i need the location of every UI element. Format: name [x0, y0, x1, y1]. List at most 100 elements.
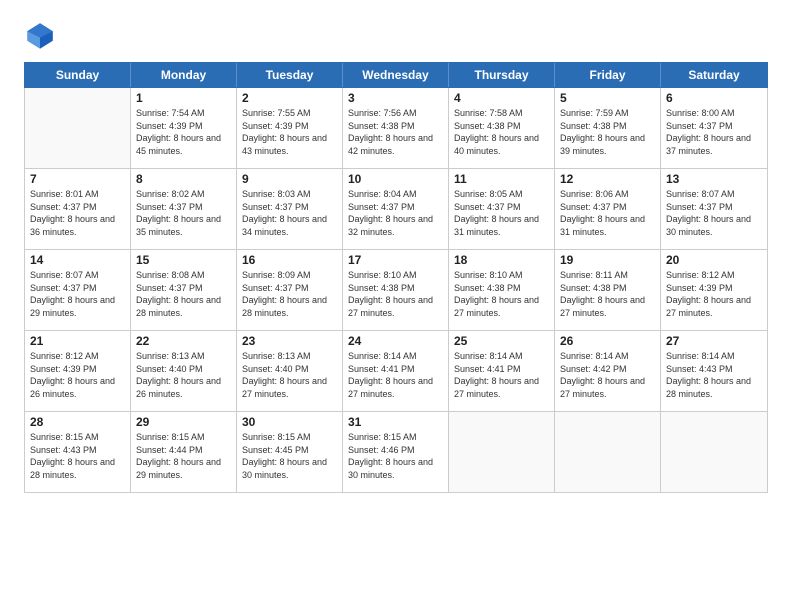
day-info: Sunrise: 8:10 AMSunset: 4:38 PMDaylight:… [348, 269, 443, 319]
calendar-cell: 28 Sunrise: 8:15 AMSunset: 4:43 PMDayligh… [25, 412, 131, 492]
day-info: Sunrise: 8:07 AMSunset: 4:37 PMDaylight:… [30, 269, 125, 319]
day-number: 28 [30, 415, 125, 429]
calendar-cell: 16 Sunrise: 8:09 AMSunset: 4:37 PMDayligh… [237, 250, 343, 330]
calendar-cell [449, 412, 555, 492]
day-info: Sunrise: 8:15 AMSunset: 4:46 PMDaylight:… [348, 431, 443, 481]
calendar-cell [25, 88, 131, 168]
calendar-cell: 18 Sunrise: 8:10 AMSunset: 4:38 PMDayligh… [449, 250, 555, 330]
day-number: 21 [30, 334, 125, 348]
day-info: Sunrise: 8:14 AMSunset: 4:43 PMDaylight:… [666, 350, 762, 400]
calendar-cell: 1 Sunrise: 7:54 AMSunset: 4:39 PMDaylight… [131, 88, 237, 168]
day-number: 4 [454, 91, 549, 105]
day-info: Sunrise: 8:10 AMSunset: 4:38 PMDaylight:… [454, 269, 549, 319]
day-info: Sunrise: 7:56 AMSunset: 4:38 PMDaylight:… [348, 107, 443, 157]
day-info: Sunrise: 8:02 AMSunset: 4:37 PMDaylight:… [136, 188, 231, 238]
day-number: 13 [666, 172, 762, 186]
day-number: 19 [560, 253, 655, 267]
day-number: 22 [136, 334, 231, 348]
day-info: Sunrise: 7:59 AMSunset: 4:38 PMDaylight:… [560, 107, 655, 157]
calendar-row-2: 7 Sunrise: 8:01 AMSunset: 4:37 PMDaylight… [25, 169, 767, 250]
page: SundayMondayTuesdayWednesdayThursdayFrid… [0, 0, 792, 612]
calendar-cell: 22 Sunrise: 8:13 AMSunset: 4:40 PMDayligh… [131, 331, 237, 411]
calendar-body: 1 Sunrise: 7:54 AMSunset: 4:39 PMDaylight… [25, 88, 767, 492]
day-info: Sunrise: 8:08 AMSunset: 4:37 PMDaylight:… [136, 269, 231, 319]
day-info: Sunrise: 8:13 AMSunset: 4:40 PMDaylight:… [136, 350, 231, 400]
day-info: Sunrise: 8:07 AMSunset: 4:37 PMDaylight:… [666, 188, 762, 238]
calendar-row-1: 1 Sunrise: 7:54 AMSunset: 4:39 PMDaylight… [25, 88, 767, 169]
day-number: 15 [136, 253, 231, 267]
calendar-cell [555, 412, 661, 492]
weekday-header-friday: Friday [555, 63, 661, 87]
day-number: 20 [666, 253, 762, 267]
calendar-cell: 29Sunrise: 8:15 AMSunset: 4:44 PMDayligh… [131, 412, 237, 492]
day-info: Sunrise: 8:05 AMSunset: 4:37 PMDaylight:… [454, 188, 549, 238]
calendar-cell: 15 Sunrise: 8:08 AMSunset: 4:37 PMDayligh… [131, 250, 237, 330]
day-number: 3 [348, 91, 443, 105]
calendar-cell: 7 Sunrise: 8:01 AMSunset: 4:37 PMDaylight… [25, 169, 131, 249]
calendar-cell: 2 Sunrise: 7:55 AMSunset: 4:39 PMDaylight… [237, 88, 343, 168]
day-number: 5 [560, 91, 655, 105]
day-number: 18 [454, 253, 549, 267]
calendar-cell: 24 Sunrise: 8:14 AMSunset: 4:41 PMDayligh… [343, 331, 449, 411]
calendar-cell: 31 Sunrise: 8:15 AMSunset: 4:46 PMDayligh… [343, 412, 449, 492]
calendar: SundayMondayTuesdayWednesdayThursdayFrid… [24, 62, 768, 596]
calendar-cell: 3 Sunrise: 7:56 AMSunset: 4:38 PMDaylight… [343, 88, 449, 168]
day-number: 11 [454, 172, 549, 186]
day-info: Sunrise: 7:58 AMSunset: 4:38 PMDaylight:… [454, 107, 549, 157]
day-number: 1 [136, 91, 231, 105]
day-number: 14 [30, 253, 125, 267]
day-number: 2 [242, 91, 337, 105]
day-number: 30 [242, 415, 337, 429]
day-info: Sunrise: 8:14 AMSunset: 4:41 PMDaylight:… [348, 350, 443, 400]
calendar-cell: 12Sunrise: 8:06 AMSunset: 4:37 PMDayligh… [555, 169, 661, 249]
day-info: Sunrise: 7:54 AMSunset: 4:39 PMDaylight:… [136, 107, 231, 157]
weekday-header-tuesday: Tuesday [237, 63, 343, 87]
day-number: 7 [30, 172, 125, 186]
calendar-cell: 20 Sunrise: 8:12 AMSunset: 4:39 PMDayligh… [661, 250, 767, 330]
day-info: Sunrise: 8:03 AMSunset: 4:37 PMDaylight:… [242, 188, 337, 238]
day-number: 9 [242, 172, 337, 186]
calendar-header-wrapper: SundayMondayTuesdayWednesdayThursdayFrid… [24, 62, 768, 88]
day-number: 26 [560, 334, 655, 348]
calendar-cell: 11 Sunrise: 8:05 AMSunset: 4:37 PMDayligh… [449, 169, 555, 249]
weekday-header-thursday: Thursday [449, 63, 555, 87]
calendar-row-4: 21Sunrise: 8:12 AMSunset: 4:39 PMDayligh… [25, 331, 767, 412]
calendar-cell: 13 Sunrise: 8:07 AMSunset: 4:37 PMDayligh… [661, 169, 767, 249]
day-number: 29 [136, 415, 231, 429]
calendar-cell: 21Sunrise: 8:12 AMSunset: 4:39 PMDayligh… [25, 331, 131, 411]
calendar-cell: 30Sunrise: 8:15 AMSunset: 4:45 PMDayligh… [237, 412, 343, 492]
day-info: Sunrise: 8:00 AMSunset: 4:37 PMDaylight:… [666, 107, 762, 157]
day-info: Sunrise: 8:04 AMSunset: 4:37 PMDaylight:… [348, 188, 443, 238]
day-info: Sunrise: 7:55 AMSunset: 4:39 PMDaylight:… [242, 107, 337, 157]
weekday-header-saturday: Saturday [661, 63, 767, 87]
day-info: Sunrise: 8:11 AMSunset: 4:38 PMDaylight:… [560, 269, 655, 319]
calendar-cell [661, 412, 767, 492]
calendar-cell: 6Sunrise: 8:00 AMSunset: 4:37 PMDaylight… [661, 88, 767, 168]
day-number: 8 [136, 172, 231, 186]
day-info: Sunrise: 8:12 AMSunset: 4:39 PMDaylight:… [666, 269, 762, 319]
calendar-cell: 25 Sunrise: 8:14 AMSunset: 4:41 PMDayligh… [449, 331, 555, 411]
calendar-cell: 27Sunrise: 8:14 AMSunset: 4:43 PMDayligh… [661, 331, 767, 411]
day-number: 23 [242, 334, 337, 348]
day-info: Sunrise: 8:09 AMSunset: 4:37 PMDaylight:… [242, 269, 337, 319]
day-number: 25 [454, 334, 549, 348]
calendar-header: SundayMondayTuesdayWednesdayThursdayFrid… [25, 63, 767, 87]
day-info: Sunrise: 8:06 AMSunset: 4:37 PMDaylight:… [560, 188, 655, 238]
header [24, 20, 768, 52]
day-info: Sunrise: 8:13 AMSunset: 4:40 PMDaylight:… [242, 350, 337, 400]
calendar-body-border: 1 Sunrise: 7:54 AMSunset: 4:39 PMDaylight… [24, 88, 768, 493]
day-info: Sunrise: 8:15 AMSunset: 4:43 PMDaylight:… [30, 431, 125, 481]
day-number: 16 [242, 253, 337, 267]
weekday-header-monday: Monday [131, 63, 237, 87]
weekday-header-wednesday: Wednesday [343, 63, 449, 87]
logo-icon [24, 20, 56, 52]
day-info: Sunrise: 8:01 AMSunset: 4:37 PMDaylight:… [30, 188, 125, 238]
calendar-cell: 17Sunrise: 8:10 AMSunset: 4:38 PMDayligh… [343, 250, 449, 330]
calendar-cell: 4 Sunrise: 7:58 AMSunset: 4:38 PMDaylight… [449, 88, 555, 168]
day-number: 24 [348, 334, 443, 348]
day-number: 10 [348, 172, 443, 186]
day-info: Sunrise: 8:14 AMSunset: 4:41 PMDaylight:… [454, 350, 549, 400]
calendar-cell: 19 Sunrise: 8:11 AMSunset: 4:38 PMDayligh… [555, 250, 661, 330]
logo [24, 20, 60, 52]
day-number: 31 [348, 415, 443, 429]
